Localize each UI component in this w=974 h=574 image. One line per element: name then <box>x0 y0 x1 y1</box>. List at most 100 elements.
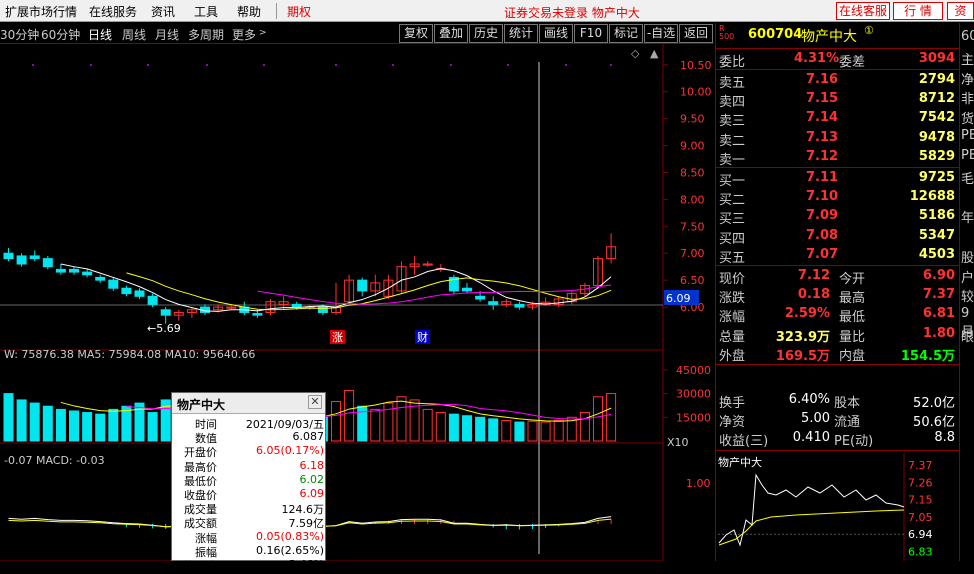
close-icon[interactable]: ✕ <box>308 395 322 409</box>
mark-button[interactable]: 标记 <box>609 24 643 43</box>
remove-favorite-button[interactable]: -自选 <box>644 24 678 43</box>
stat-value: 6.90 <box>922 268 955 283</box>
order-book-row: 卖五 7.16 2794 <box>716 71 960 91</box>
candle <box>291 303 302 308</box>
candle <box>462 287 472 292</box>
period-weekly[interactable]: 周线 <box>122 26 146 43</box>
order-label: 卖二 <box>719 133 746 149</box>
right-strip-item: 60 <box>961 29 974 44</box>
popup-row-value: 6.087 <box>292 430 325 444</box>
kline-info-popup[interactable]: 物产中大 ✕ 时间 2021/09/03/五 数值 6.087 开盘价 6.05(0.17… <box>171 392 327 573</box>
order-price: 7.12 <box>806 148 839 164</box>
volume-bar <box>606 393 617 442</box>
menu-options[interactable]: 期权 <box>287 3 311 20</box>
stat-label: 总量 <box>719 329 746 345</box>
stat-value: 169.5万 <box>775 348 830 364</box>
volume-bar <box>69 410 79 442</box>
order-volume: 5186 <box>918 208 955 224</box>
chevron-down-icon[interactable]: > <box>259 28 267 38</box>
candle <box>514 303 525 308</box>
right-strip-item: 货 <box>961 112 974 128</box>
stat-row: 涨跌 0.18 最高 7.37 <box>716 286 960 307</box>
price-tick-label: 8.50 <box>680 166 705 179</box>
order-volume: 5829 <box>918 148 955 164</box>
volume-bar <box>593 396 603 442</box>
order-book-row: 买四 7.08 5347 <box>716 227 960 247</box>
divider <box>716 167 960 168</box>
stat-label: 流通 <box>834 415 861 431</box>
stat-value: 2.59% <box>784 306 830 322</box>
order-price: 7.13 <box>806 129 839 145</box>
order-book-row: 卖二 7.13 9478 <box>716 129 960 149</box>
stat-label: 净资 <box>719 415 746 431</box>
volume-bar <box>501 419 512 442</box>
order-book-row: 卖三 7.14 7542 <box>716 109 960 129</box>
overlay-button[interactable]: 叠加 <box>434 24 468 43</box>
fundamental-row: 换手 6.40% 股本 52.0亿 <box>716 391 960 411</box>
volume-bar <box>488 418 499 442</box>
menu-extended-market[interactable]: 扩展市场行情 <box>5 3 77 20</box>
mini-tick-label: 7.15 <box>908 494 933 507</box>
adjust-rights-button[interactable]: 复权 <box>399 24 433 43</box>
menu-help[interactable]: 帮助 <box>237 3 261 20</box>
order-label: 卖五 <box>719 76 746 91</box>
popup-row-value: 6.09 <box>299 487 325 500</box>
order-book-row: 买一 7.11 9725 <box>716 169 960 189</box>
order-volume: 7542 <box>918 110 955 126</box>
period-60min[interactable]: 60分钟 <box>41 26 80 43</box>
trade-button[interactable]: 资 <box>947 2 974 20</box>
volume-axis: 45000 30000 15000 <box>663 364 711 424</box>
period-30min[interactable]: 30分钟 <box>0 26 39 43</box>
period-multi[interactable]: 多周期 <box>188 26 224 43</box>
right-strip-item: 净 <box>961 72 974 88</box>
f10-button[interactable]: F10 <box>574 24 608 43</box>
candle <box>475 295 486 300</box>
up-arrow-icon[interactable]: ▲ <box>650 47 659 60</box>
candle <box>108 279 119 289</box>
kline-chart[interactable]: 10.50 10.00 9.50 9.00 8.50 8.00 7.50 7.00 6.50 6.… <box>0 44 714 561</box>
x10-label: X10 <box>667 436 689 449</box>
diff-label: 委差 <box>839 55 866 70</box>
history-button[interactable]: 历史 <box>469 24 503 43</box>
intraday-mini-chart[interactable]: 7.377.267.157.056.946.836.72 <box>716 435 960 561</box>
online-support-button[interactable]: 在线客服 <box>836 2 890 20</box>
current-price-tag: 6.09 <box>666 292 691 305</box>
volume-bar <box>42 405 53 442</box>
period-monthly[interactable]: 月线 <box>155 26 179 43</box>
order-book-row: 买五 7.07 4503 <box>716 246 960 266</box>
menu-news[interactable]: 资讯 <box>151 3 175 20</box>
stat-value: 52.0亿 <box>913 396 955 411</box>
price-tick-label: 10.50 <box>680 59 712 72</box>
popup-row: 成交量 124.6万 <box>172 501 327 516</box>
statistics-button[interactable]: 统计 <box>504 24 538 43</box>
menu-bar: 扩展市场行情 在线服务 资讯 工具 帮助 期权 证券交易未登录 物产中大 在线客… <box>0 0 974 22</box>
stat-label: 换手 <box>719 396 746 411</box>
volume-bar <box>462 415 472 442</box>
order-book-row: 买三 7.09 5186 <box>716 207 960 227</box>
stat-value: 7.37 <box>922 287 955 303</box>
popup-row: 振幅 0.16(2.65%) <box>172 544 327 559</box>
stat-value: 50.6亿 <box>913 415 955 431</box>
back-button[interactable]: 返回 <box>679 24 713 43</box>
popup-row: 成交额 7.59亿 <box>172 515 327 530</box>
stat-label: 今开 <box>839 272 866 287</box>
stat-label: 涨跌 <box>719 291 746 307</box>
diamond-icon[interactable]: ◇ <box>631 47 640 60</box>
period-more[interactable]: 更多 <box>232 26 256 43</box>
event-dot <box>610 64 612 66</box>
order-book-row: 卖一 7.12 5829 <box>716 148 960 168</box>
candle <box>55 268 66 273</box>
popup-row-value: 6.02 <box>299 472 325 486</box>
order-price: 7.11 <box>806 170 839 185</box>
order-price: 7.08 <box>806 227 839 243</box>
vol-tick-label: 45000 <box>676 364 711 377</box>
stock-code: 600704 <box>748 27 803 42</box>
draw-line-button[interactable]: 画线 <box>539 24 573 43</box>
quote-button[interactable]: 行 情 <box>893 2 943 20</box>
price-tick-label: 7.00 <box>680 247 705 260</box>
quote-panel: R 500 600704 物产中大 ① 委比 4.31% 委差 3094 卖五 7.… <box>715 23 960 561</box>
candle <box>121 287 132 295</box>
period-daily[interactable]: 日线 <box>88 26 112 43</box>
menu-tools[interactable]: 工具 <box>194 3 218 20</box>
menu-online-service[interactable]: 在线服务 <box>89 3 137 20</box>
